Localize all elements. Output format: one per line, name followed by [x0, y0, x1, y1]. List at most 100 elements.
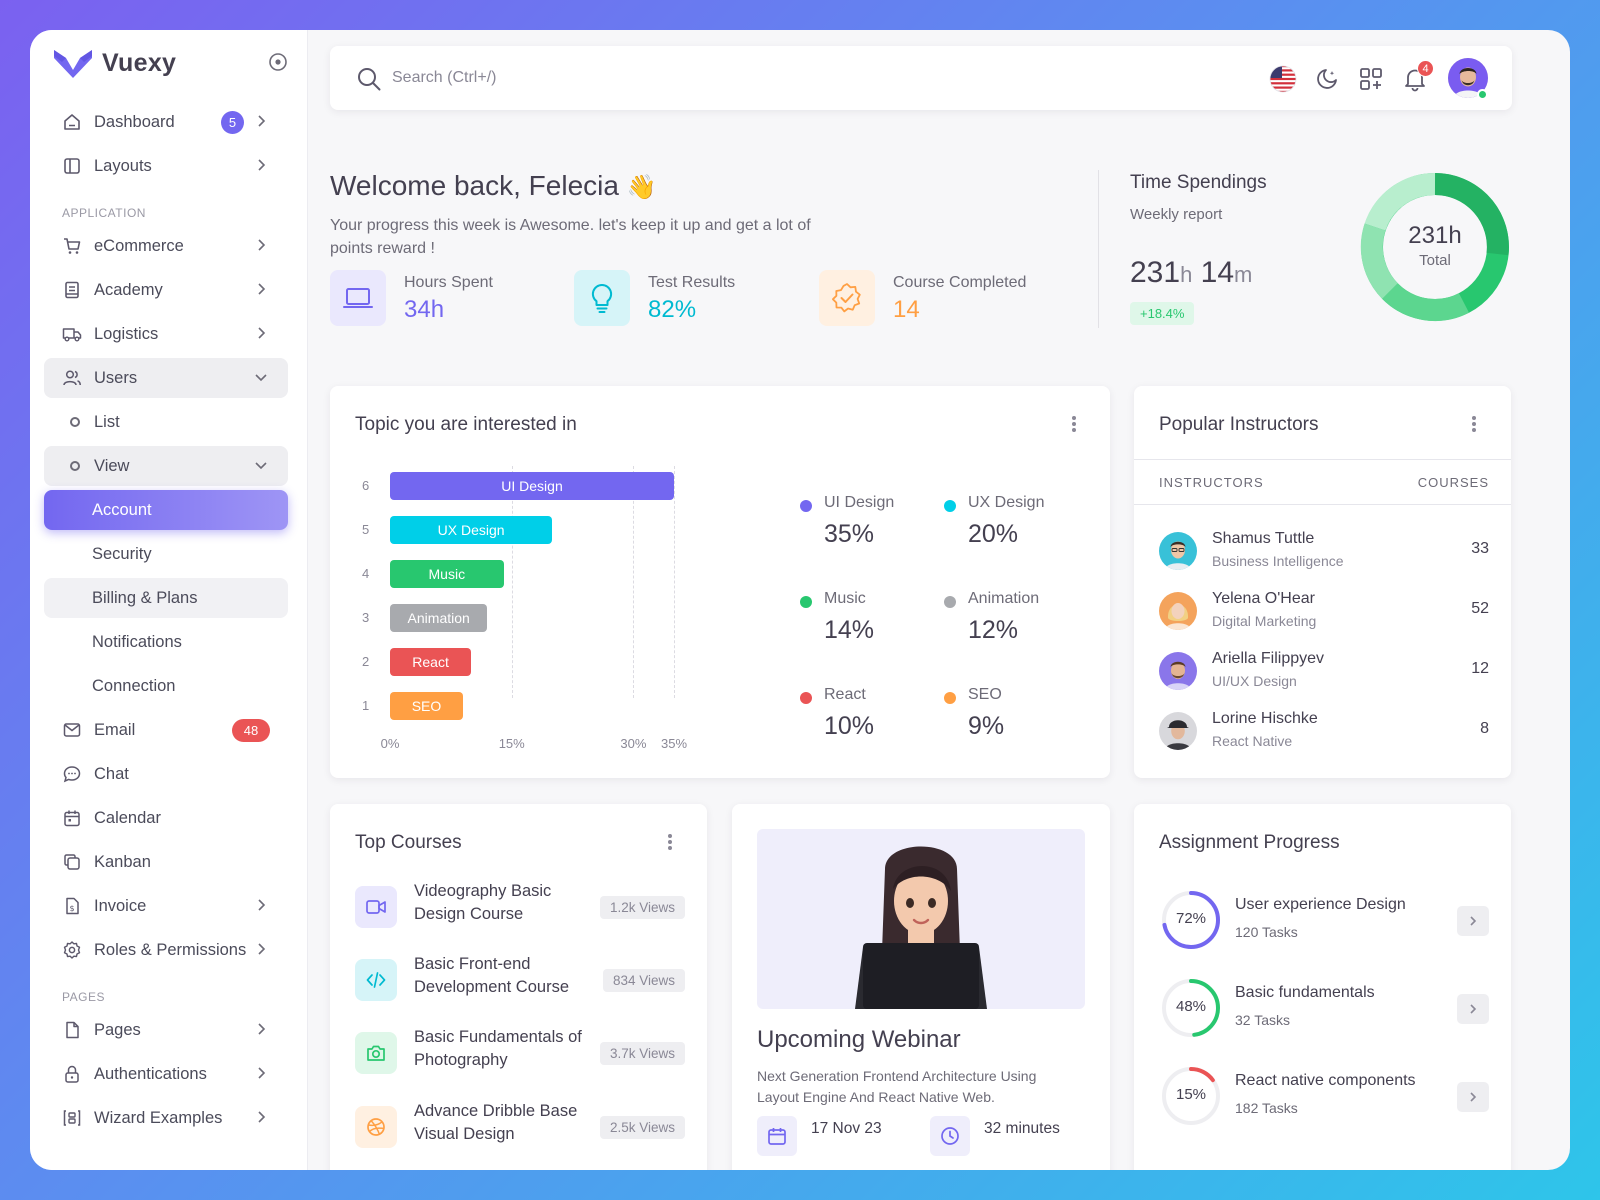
chart-bar[interactable]: Animation [390, 604, 488, 632]
list-item[interactable]: Basic Front-end Development Course 834 V… [355, 953, 685, 1013]
calendar-icon [757, 1116, 797, 1156]
legend-label: React [824, 686, 866, 703]
assignment-tasks: 182 Tasks [1235, 1100, 1298, 1116]
online-status-dot [1477, 89, 1488, 100]
sidebar-item-notifications[interactable]: Notifications [44, 622, 288, 662]
sidebar-item-kanban[interactable]: Kanban [44, 842, 288, 882]
dashboard-count-badge: 5 [221, 111, 244, 134]
lock-icon [62, 1064, 82, 1084]
chart-bar[interactable]: SEO [390, 692, 464, 720]
chevron-right-icon[interactable] [1457, 1082, 1489, 1112]
mail-icon [62, 720, 82, 740]
chevron-right-icon[interactable] [1457, 994, 1489, 1024]
sidebar-item-connection[interactable]: Connection [44, 666, 288, 706]
table-row[interactable]: Lorine Hischke React Native 8 [1159, 708, 1489, 752]
y-tick-label: 5 [362, 522, 370, 537]
brand[interactable]: Vuexy [54, 48, 176, 78]
instructor-role: Business Intelligence [1212, 553, 1344, 569]
sidebar-item-label: Billing & Plans [92, 588, 198, 607]
shortcuts-grid-icon[interactable] [1356, 64, 1386, 94]
legend-value: 20% [968, 520, 1019, 548]
sidebar-item-layouts[interactable]: Layouts [44, 146, 288, 186]
table-row[interactable]: Ariella Filippyev UI/UX Design 12 [1159, 648, 1489, 692]
search-icon[interactable] [356, 66, 382, 92]
course-name: Advance Dribble Base Visual Design [414, 1102, 578, 1143]
legend-dot [800, 500, 812, 512]
legend-dot [944, 596, 956, 608]
calendar-icon [62, 808, 82, 828]
welcome-section: Welcome back, Felecia 👋 Your progress th… [330, 170, 1512, 370]
list-item[interactable]: Videography Basic Design Course 1.2k Vie… [355, 880, 685, 940]
legend-dot [800, 596, 812, 608]
x-tick-label: 35% [660, 736, 688, 751]
chart-gridline [511, 466, 513, 698]
sidebar-item-label: Chat [94, 764, 129, 783]
list-item[interactable]: 72% User experience Design 120 Tasks [1159, 888, 1489, 954]
column-header-courses: COURSES [1417, 475, 1489, 490]
sidebar-item-security[interactable]: Security [44, 534, 288, 574]
y-tick-label: 2 [362, 654, 370, 669]
card-title: Top Courses [355, 832, 462, 853]
bell-icon[interactable]: 4 [1400, 60, 1434, 94]
sidebar-item-pages[interactable]: Pages [44, 1010, 288, 1050]
more-options-icon[interactable] [1064, 412, 1084, 436]
donut-segment [1364, 172, 1436, 231]
sidebar-item-dashboard[interactable]: Dashboard 5 [44, 102, 288, 142]
y-tick-label: 1 [362, 698, 370, 713]
invoice-icon: $ [62, 896, 82, 916]
sidebar-item-label: Email [94, 720, 136, 739]
list-item[interactable]: 48% Basic fundamentals 32 Tasks [1159, 976, 1489, 1042]
sidebar-item-users-view[interactable]: View [44, 446, 288, 486]
moon-star-icon[interactable] [1312, 64, 1342, 94]
table-row[interactable]: Yelena O'Hear Digital Marketing 52 [1159, 588, 1489, 632]
sidebar-item-users-list[interactable]: List [44, 402, 288, 442]
notification-count-badge: 4 [1417, 60, 1434, 77]
progress-percent: 48% [1175, 998, 1207, 1015]
chart-bar[interactable]: UI Design [390, 472, 674, 500]
list-item[interactable]: Advance Dribble Base Visual Design 2.5k … [355, 1100, 685, 1160]
chart-bar[interactable]: Music [390, 560, 504, 588]
sidebar-nav: Dashboard 5 Layouts APPLICATION eCommerc… [44, 102, 288, 1142]
time-spendings-subtitle: Weekly report [1130, 206, 1223, 223]
legend-dot [944, 692, 956, 704]
chart-bar[interactable]: UX Design [390, 516, 553, 544]
sidebar-item-roles-permissions[interactable]: Roles & Permissions [44, 930, 288, 970]
sidebar-item-users[interactable]: Users [44, 358, 288, 398]
home-icon [62, 112, 82, 132]
instructors-table-header: INSTRUCTORS COURSES [1134, 459, 1511, 505]
sidebar-item-label: Security [92, 544, 152, 563]
sidebar-item-ecommerce[interactable]: eCommerce [44, 226, 288, 266]
chevron-right-icon[interactable] [1457, 906, 1489, 936]
sidebar-item-authentications[interactable]: Authentications [44, 1054, 288, 1094]
progress-percent: 72% [1175, 910, 1207, 927]
list-item[interactable]: 15% React native components 182 Tasks [1159, 1064, 1489, 1130]
more-options-icon[interactable] [1464, 412, 1484, 436]
sidebar-item-account[interactable]: Account [44, 490, 288, 530]
sidebar-item-label: Roles & Permissions [94, 940, 247, 959]
sidebar-item-chat[interactable]: Chat [44, 754, 288, 794]
table-row[interactable]: Shamus Tuttle Business Intelligence 33 [1159, 528, 1489, 572]
sidebar-item-wizard-examples[interactable]: Wizard Examples [44, 1098, 288, 1138]
sidebar-item-label: Authentications [94, 1064, 207, 1083]
sidebar-item-billing-plans[interactable]: Billing & Plans [44, 578, 288, 618]
sidebar-item-invoice[interactable]: $ Invoice [44, 886, 288, 926]
sidebar-item-academy[interactable]: Academy [44, 270, 288, 310]
course-count: 52 [1471, 600, 1489, 617]
sidebar-item-email[interactable]: Email 48 [44, 710, 288, 750]
instructor-name: Yelena O'Hear [1212, 590, 1315, 607]
chart-bar[interactable]: React [390, 648, 472, 676]
donut-center-label: 231h Total [1360, 222, 1510, 269]
course-count: 8 [1480, 720, 1489, 737]
more-options-icon[interactable] [660, 830, 680, 854]
course-name: Basic Fundamentals of Photography [414, 1028, 582, 1069]
collapse-toggle-icon[interactable] [268, 52, 288, 72]
language-flag-icon[interactable] [1268, 64, 1298, 94]
instructor-role: UI/UX Design [1212, 673, 1297, 689]
list-item[interactable]: Basic Fundamentals of Photography 3.7k V… [355, 1026, 685, 1086]
circle-bullet-icon [70, 461, 80, 471]
sidebar-item-logistics[interactable]: Logistics [44, 314, 288, 354]
sidebar-item-calendar[interactable]: Calendar [44, 798, 288, 838]
minutes-unit: m [1234, 262, 1253, 287]
chevron-right-icon [258, 283, 266, 295]
search-input[interactable] [392, 64, 792, 92]
